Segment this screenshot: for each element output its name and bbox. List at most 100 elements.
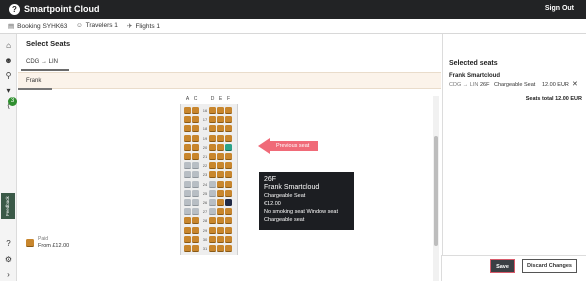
save-button[interactable]: Save xyxy=(490,259,515,273)
passenger-tab[interactable]: Frank xyxy=(26,78,41,84)
seat[interactable] xyxy=(217,143,224,151)
seat[interactable] xyxy=(217,107,224,114)
seat[interactable] xyxy=(217,125,224,133)
seat[interactable] xyxy=(209,189,216,197)
seat[interactable] xyxy=(192,199,199,206)
seat[interactable] xyxy=(225,245,232,252)
tab-travelers[interactable]: ☺ Travelers 1 xyxy=(76,22,118,29)
settings-icon[interactable]: ⚙ xyxy=(3,254,14,265)
seat[interactable] xyxy=(225,134,232,142)
seat[interactable] xyxy=(184,217,191,225)
seat[interactable] xyxy=(217,199,224,206)
seat[interactable] xyxy=(192,162,199,170)
seat[interactable] xyxy=(225,189,232,197)
seat[interactable] xyxy=(184,125,191,133)
discard-changes-button[interactable]: Discard Changes xyxy=(522,259,577,273)
seat[interactable] xyxy=(184,143,191,151)
seat[interactable] xyxy=(192,245,199,252)
seat[interactable] xyxy=(217,245,224,252)
seat[interactable] xyxy=(225,107,232,114)
seat[interactable] xyxy=(217,189,224,197)
seat[interactable] xyxy=(209,226,216,234)
seat[interactable] xyxy=(192,189,199,197)
user-add-icon[interactable]: ☻ xyxy=(3,55,14,66)
seat[interactable] xyxy=(217,226,224,234)
seat[interactable] xyxy=(209,208,216,216)
seat[interactable] xyxy=(225,226,232,234)
tab-booking[interactable]: ▤ Booking SYHK63 xyxy=(8,22,67,30)
remove-seat-icon[interactable]: ✕ xyxy=(572,80,578,88)
seat[interactable] xyxy=(225,208,232,216)
seat[interactable] xyxy=(184,107,191,114)
seat[interactable] xyxy=(217,208,224,216)
seat[interactable] xyxy=(209,199,216,206)
seat[interactable] xyxy=(192,125,199,133)
seat[interactable] xyxy=(192,171,199,179)
seat[interactable] xyxy=(217,180,224,188)
seat[interactable] xyxy=(217,171,224,179)
scrollbar[interactable] xyxy=(433,96,439,281)
seat[interactable] xyxy=(209,134,216,142)
seat[interactable] xyxy=(217,162,224,170)
seat[interactable] xyxy=(225,153,232,160)
tab-flights[interactable]: ✈ Flights 1 xyxy=(127,22,160,30)
seat[interactable] xyxy=(225,171,232,179)
seat[interactable] xyxy=(192,235,199,243)
selected-seat-passenger-icon[interactable] xyxy=(225,199,232,206)
seat[interactable] xyxy=(209,107,216,114)
seat[interactable] xyxy=(192,226,199,234)
seat[interactable] xyxy=(225,180,232,188)
terminal-icon[interactable]: › xyxy=(3,269,14,280)
seat[interactable] xyxy=(192,180,199,188)
seat[interactable] xyxy=(192,143,199,151)
seat[interactable] xyxy=(184,171,191,179)
seat[interactable] xyxy=(225,116,232,124)
seat[interactable] xyxy=(209,171,216,179)
seat[interactable] xyxy=(225,125,232,133)
seat[interactable] xyxy=(184,245,191,252)
route-tab[interactable]: CDG → LIN xyxy=(26,59,58,65)
seat[interactable] xyxy=(209,235,216,243)
seat[interactable] xyxy=(225,162,232,170)
seat[interactable] xyxy=(217,153,224,160)
seat[interactable] xyxy=(217,235,224,243)
seat[interactable] xyxy=(209,153,216,160)
seat[interactable] xyxy=(184,189,191,197)
seat[interactable] xyxy=(225,235,232,243)
scrollbar-thumb[interactable] xyxy=(434,136,438,246)
seat[interactable] xyxy=(225,217,232,225)
feedback-tab[interactable]: Feedback xyxy=(1,193,15,219)
seat[interactable] xyxy=(209,217,216,225)
seat[interactable] xyxy=(184,226,191,234)
seat[interactable] xyxy=(209,180,216,188)
sign-out-link[interactable]: Sign Out xyxy=(545,5,574,12)
seat[interactable] xyxy=(192,153,199,160)
seat[interactable] xyxy=(184,162,191,170)
seat[interactable] xyxy=(184,180,191,188)
help-icon[interactable]: ? xyxy=(3,238,14,249)
seat[interactable] xyxy=(184,208,191,216)
home-icon[interactable]: ⌂ xyxy=(3,40,14,51)
row-number: 26 xyxy=(202,200,208,205)
seat[interactable] xyxy=(217,134,224,142)
seat[interactable] xyxy=(184,235,191,243)
seat[interactable] xyxy=(192,116,199,124)
cart-icon[interactable]: ▾ xyxy=(3,85,14,96)
seat[interactable] xyxy=(209,125,216,133)
seat[interactable] xyxy=(209,116,216,124)
seat[interactable] xyxy=(184,153,191,160)
seat[interactable] xyxy=(192,217,199,225)
seat[interactable] xyxy=(192,107,199,114)
seat[interactable] xyxy=(184,134,191,142)
seat[interactable] xyxy=(192,208,199,216)
seat[interactable] xyxy=(184,116,191,124)
seat[interactable] xyxy=(184,199,191,206)
seat[interactable] xyxy=(217,217,224,225)
seat[interactable] xyxy=(209,162,216,170)
seat[interactable] xyxy=(192,134,199,142)
seat[interactable] xyxy=(209,143,216,151)
seat[interactable] xyxy=(209,245,216,252)
seat[interactable] xyxy=(225,143,232,151)
search-icon[interactable]: ⚲ xyxy=(3,70,14,81)
seat[interactable] xyxy=(217,116,224,124)
